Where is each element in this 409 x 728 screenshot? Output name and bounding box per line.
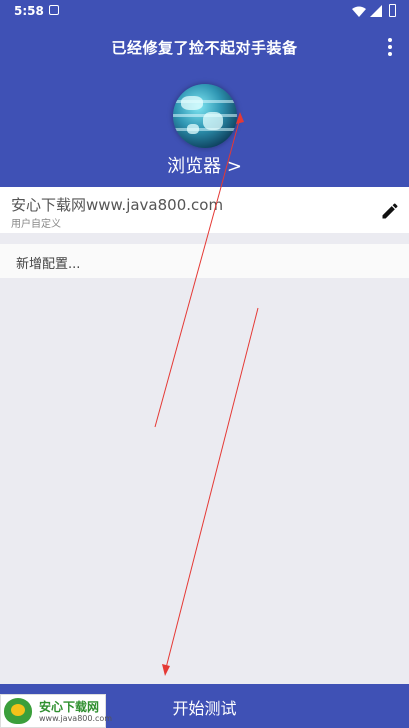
wifi-icon <box>352 6 366 17</box>
watermark-brand: 安心下载网 <box>39 700 100 714</box>
signal-icon <box>370 5 382 17</box>
page-title: 已经修复了捡不起对手装备 <box>111 39 298 57</box>
battery-icon <box>389 4 396 17</box>
edit-icon[interactable] <box>380 201 400 221</box>
status-time: 5:58 <box>14 4 44 18</box>
profile-subtitle: 用户自定义 <box>11 219 61 230</box>
app-header: 已经修复了捡不起对手装备 浏览器 > <box>0 24 409 187</box>
annotation-arrow-down <box>165 307 259 669</box>
browser-link[interactable]: 浏览器 > <box>0 152 409 178</box>
arrowhead-down-icon <box>162 664 170 676</box>
more-menu-icon[interactable] <box>383 38 397 56</box>
add-config-label: 新增配置... <box>16 257 81 272</box>
watermark-logo-icon <box>4 698 32 724</box>
add-config-button[interactable]: 新增配置... <box>0 244 409 278</box>
profile-row[interactable]: 安心下载网www.java800.com 用户自定义 <box>0 187 409 233</box>
status-bar: 5:58 <box>0 0 409 24</box>
watermark-url: www.java800.com <box>39 714 113 723</box>
notification-icon <box>49 5 59 15</box>
globe-icon[interactable] <box>173 84 237 148</box>
profile-name: 安心下载网www.java800.com <box>11 196 224 214</box>
watermark: 安心下载网 www.java800.com <box>0 694 112 728</box>
